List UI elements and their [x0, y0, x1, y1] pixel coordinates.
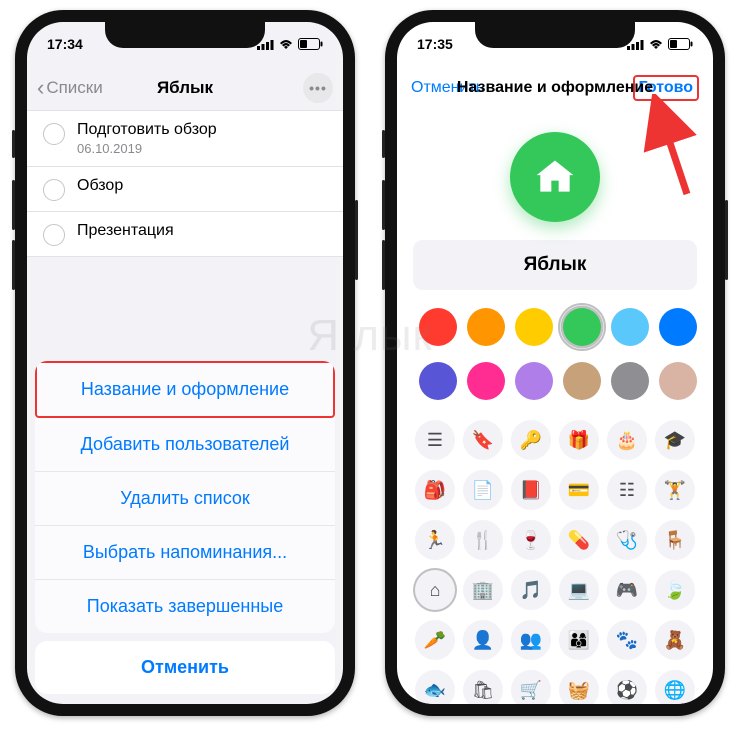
card-icon[interactable]: 💳: [559, 470, 599, 510]
color-swatch[interactable]: [611, 308, 649, 346]
cake-icon[interactable]: 🎂: [607, 420, 647, 460]
back-label: Списки: [46, 78, 102, 98]
reminder-date: 06.10.2019: [77, 141, 217, 156]
wine-icon[interactable]: 🍷: [511, 520, 551, 560]
color-swatch[interactable]: [419, 308, 457, 346]
paw-icon[interactable]: 🐾: [607, 620, 647, 660]
modal-header: Отменить Название и оформление Готово: [397, 66, 713, 110]
modal-cancel-button[interactable]: Отменить: [411, 79, 484, 97]
color-swatch[interactable]: [563, 362, 601, 400]
reminder-title: Презентация: [77, 222, 174, 240]
status-indicators: [627, 38, 693, 50]
reminder-title: Подготовить обзор: [77, 121, 217, 139]
wifi-icon: [278, 39, 294, 50]
ball-icon[interactable]: ⚽: [607, 670, 647, 704]
basket-icon[interactable]: 🧺: [559, 670, 599, 704]
chevron-left-icon: ‹: [37, 75, 44, 101]
list-icon-preview: [397, 110, 713, 240]
preview-circle: [510, 132, 600, 222]
status-indicators: [257, 38, 323, 50]
reminder-radio[interactable]: [43, 179, 65, 201]
battery-icon: [298, 38, 323, 50]
globe-icon[interactable]: 🌐: [655, 670, 695, 704]
color-swatch[interactable]: [515, 308, 553, 346]
reminders-list: Подготовить обзор 06.10.2019 Обзор Презента…: [27, 110, 343, 257]
color-swatch[interactable]: [563, 308, 601, 346]
bookmark-icon[interactable]: 🔖: [463, 420, 503, 460]
reminder-radio[interactable]: [43, 224, 65, 246]
color-swatch[interactable]: [467, 362, 505, 400]
backpack-icon[interactable]: 🎒: [415, 470, 455, 510]
book-icon[interactable]: 📕: [511, 470, 551, 510]
gift-icon[interactable]: 🎁: [559, 420, 599, 460]
action-item-2[interactable]: Удалить список: [35, 472, 335, 526]
color-swatch[interactable]: [419, 362, 457, 400]
building-icon[interactable]: 🏢: [463, 570, 503, 610]
pills-stack-icon[interactable]: ☷: [607, 470, 647, 510]
dumbbell-icon[interactable]: 🏋: [655, 470, 695, 510]
ellipsis-icon: •••: [309, 80, 327, 96]
reminder-row[interactable]: Презентация: [27, 212, 343, 257]
status-time: 17:34: [47, 36, 83, 52]
leaf-icon[interactable]: 🍃: [655, 570, 695, 610]
notch: [105, 22, 265, 48]
action-cancel-button[interactable]: Отменить: [35, 641, 335, 694]
action-item-4[interactable]: Показать завершенные: [35, 580, 335, 633]
family-icon[interactable]: 👨‍👩‍👦: [559, 620, 599, 660]
action-item-3[interactable]: Выбрать напоминания...: [35, 526, 335, 580]
pill-icon[interactable]: 💊: [559, 520, 599, 560]
more-button[interactable]: •••: [303, 73, 333, 103]
run-icon[interactable]: 🏃: [415, 520, 455, 560]
action-sheet-group: Название и оформлениеДобавить пользовате…: [35, 361, 335, 633]
reminder-row[interactable]: Обзор: [27, 167, 343, 212]
teddy-icon[interactable]: 🧸: [655, 620, 695, 660]
action-item-0[interactable]: Название и оформление: [35, 361, 335, 418]
graduation-icon[interactable]: 🎓: [655, 420, 695, 460]
cart-icon[interactable]: 🛒: [511, 670, 551, 704]
gamepad-icon[interactable]: 🎮: [607, 570, 647, 610]
fish-icon[interactable]: 🐟: [415, 670, 455, 704]
color-swatch[interactable]: [659, 362, 697, 400]
music-icon[interactable]: 🎵: [511, 570, 551, 610]
stethoscope-icon[interactable]: 🩺: [607, 520, 647, 560]
carrot-icon[interactable]: 🥕: [415, 620, 455, 660]
list-icon[interactable]: ☰: [415, 420, 455, 460]
color-swatch[interactable]: [659, 308, 697, 346]
back-button[interactable]: ‹ Списки: [37, 75, 103, 101]
icon-picker: ☰🔖🔑🎁🎂🎓 🎒📄📕💳☷🏋 🏃🍴🍷💊🩺🪑 ⌂🏢🎵💻🎮🍃 🥕👤👥👨‍👩‍👦🐾🧸 🐟🛍🛒🧺⚽🌐: [397, 420, 713, 704]
action-sheet: Название и оформлениеДобавить пользовате…: [27, 361, 343, 704]
house-icon[interactable]: ⌂: [415, 570, 455, 610]
nav-bar: ‹ Списки Яблык •••: [27, 66, 343, 110]
person-icon[interactable]: 👤: [463, 620, 503, 660]
list-name-input[interactable]: Яблык: [413, 240, 697, 290]
color-picker: [397, 308, 713, 420]
color-swatch[interactable]: [611, 362, 649, 400]
bag-icon[interactable]: 🛍: [463, 670, 503, 704]
document-icon[interactable]: 📄: [463, 470, 503, 510]
people-icon[interactable]: 👥: [511, 620, 551, 660]
action-item-1[interactable]: Добавить пользователей: [35, 418, 335, 472]
chair-icon[interactable]: 🪑: [655, 520, 695, 560]
status-time: 17:35: [417, 36, 453, 52]
reminder-row[interactable]: Подготовить обзор 06.10.2019: [27, 111, 343, 167]
modal-done-button[interactable]: Готово: [633, 75, 699, 101]
phone-left: 17:34 ‹ Списки Яблык ••• Подготовить обз…: [15, 10, 355, 716]
reminder-title: Обзор: [77, 177, 123, 195]
reminder-radio[interactable]: [43, 123, 65, 145]
wifi-icon: [648, 39, 664, 50]
notch: [475, 22, 635, 48]
phone-right: 17:35 Отменить Название и оформление Гот…: [385, 10, 725, 716]
laptop-icon[interactable]: 💻: [559, 570, 599, 610]
key-icon[interactable]: 🔑: [511, 420, 551, 460]
color-swatch[interactable]: [467, 308, 505, 346]
house-icon: [533, 155, 577, 199]
battery-icon: [668, 38, 693, 50]
fork-icon[interactable]: 🍴: [463, 520, 503, 560]
color-swatch[interactable]: [515, 362, 553, 400]
